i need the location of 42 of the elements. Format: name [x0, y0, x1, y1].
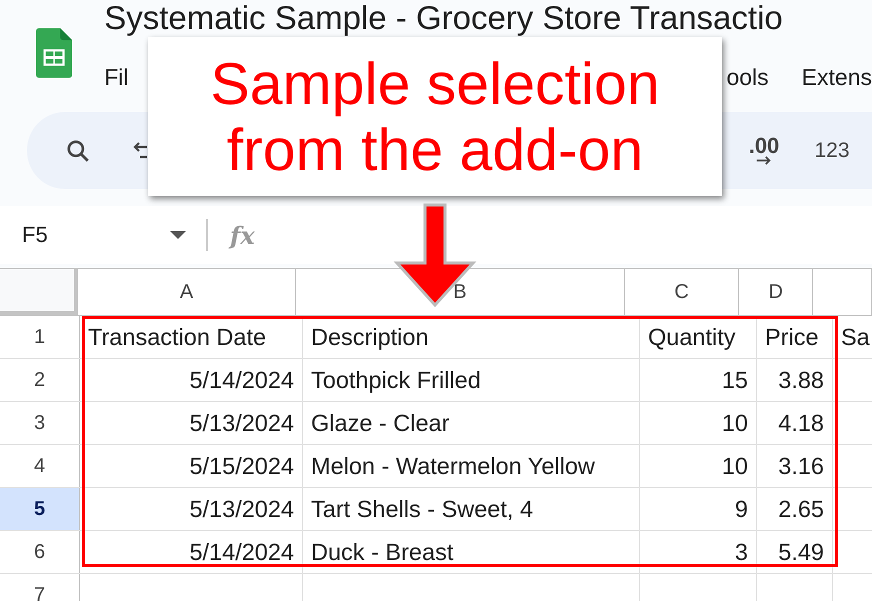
right-arrow-icon — [755, 156, 773, 165]
column-header[interactable]: A — [78, 269, 296, 315]
undo-arrow-icon — [133, 141, 147, 161]
cell-text: Transaction Date — [88, 324, 266, 350]
cell-text: Glaze - Clear — [311, 410, 450, 436]
cell-text: 9 — [734, 496, 748, 522]
menu-item[interactable]: ools — [726, 64, 769, 91]
cell-text: 10 — [722, 410, 748, 436]
cell-text: Sa — [841, 324, 870, 350]
menu-item[interactable]: Fil — [104, 64, 128, 91]
column-header[interactable]: C — [624, 269, 740, 315]
name-box[interactable]: F5 — [22, 222, 186, 248]
cell-text: 3 — [734, 539, 748, 565]
column-header[interactable]: D — [739, 269, 814, 315]
search-icon — [65, 138, 91, 164]
callout-text: Sample selection from the add-on — [209, 50, 661, 182]
number-format-button[interactable]: 123 — [812, 112, 852, 189]
menu-item[interactable]: Extens — [802, 64, 872, 91]
cell-text: Toothpick Frilled — [311, 367, 481, 393]
cell-text: Melon - Watermelon Yellow — [311, 453, 595, 479]
cell-text: Tart Shells - Sweet, 4 — [311, 496, 534, 522]
cell-text: 3.16 — [778, 453, 824, 479]
cell-text: Duck - Breast — [311, 539, 454, 565]
cell-text: Price — [765, 324, 819, 350]
document-title[interactable]: Systematic Sample - Grocery Store Transactio — [104, 0, 872, 36]
cell-text: Description — [311, 324, 429, 350]
row-header[interactable]: 5 — [0, 488, 80, 530]
cell-text: 5/14/2024 — [189, 367, 294, 393]
cell-text: 2.65 — [778, 496, 824, 522]
cell-text: 5.49 — [778, 539, 824, 565]
cell-text: 5/13/2024 — [189, 410, 294, 436]
cell-text: 5/13/2024 — [189, 496, 294, 522]
cell-text: 15 — [722, 367, 748, 393]
cell-text: 10 — [722, 453, 748, 479]
dropdown-caret-icon — [170, 231, 186, 239]
formula-icon: fx — [230, 220, 255, 250]
cell-text: 5/14/2024 — [189, 539, 294, 565]
cell-text: Quantity — [648, 324, 736, 350]
cell-text: 4.18 — [778, 410, 824, 436]
cell-text: 5/15/2024 — [189, 453, 294, 479]
cell-text: 3.88 — [778, 367, 824, 393]
increase-decimal-button[interactable]: .00 — [742, 112, 786, 189]
